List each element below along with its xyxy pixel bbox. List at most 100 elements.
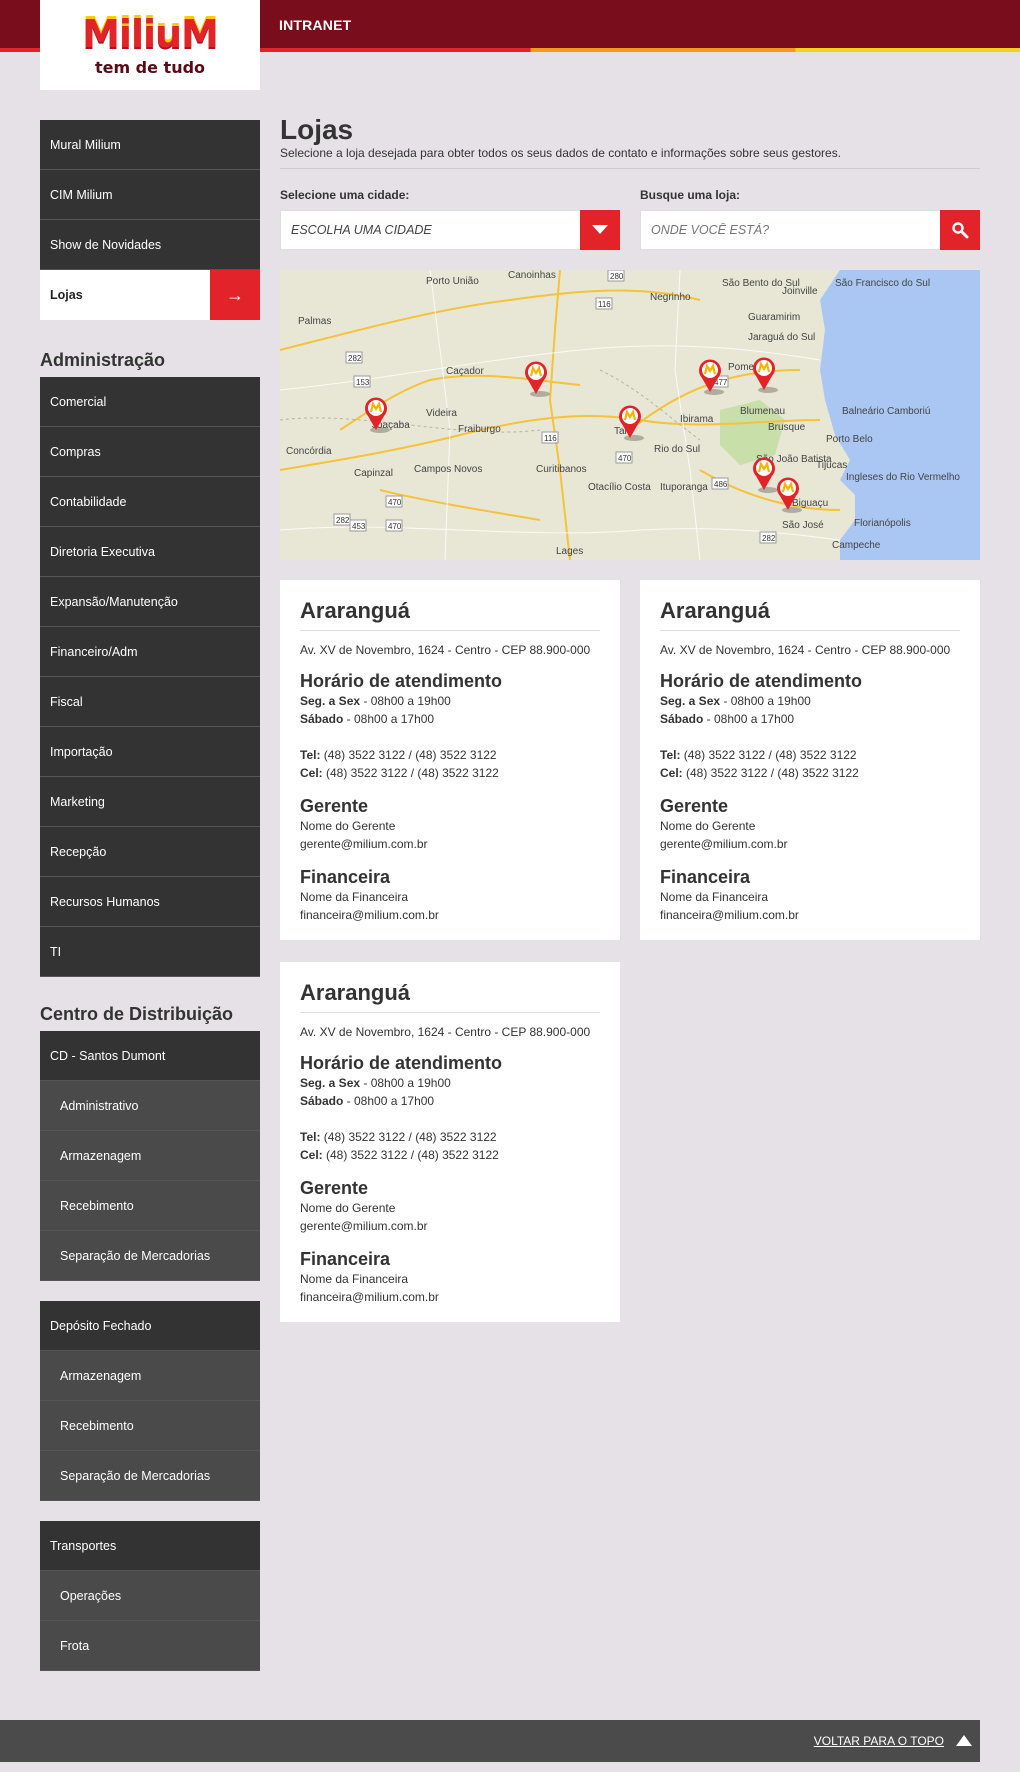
divider [280,168,980,169]
sidebar-item-label: Armazenagem [60,1368,142,1383]
hours-title: Horário de atendimento [300,671,503,691]
road-shield: 470 [615,451,633,464]
sidebar-item-label: Recebimento [60,1198,134,1213]
store-search-input[interactable] [641,211,931,249]
sidebar-item-label: Importação [50,744,113,759]
hours-saturday-value: - 08h00 a 17h00 [343,712,435,726]
sidebar-subitem[interactable]: Administrativo [40,1081,260,1131]
map-label: Porto União [426,276,479,287]
store-address: Av. XV de Novembro, 1624 - Centro - CEP … [300,643,591,657]
sidebar-item-admin[interactable]: Expansão/Manutenção [40,577,260,627]
sidebar-subitem[interactable]: Recebimento [40,1181,260,1231]
sidebar-item-label: Fiscal [50,694,83,709]
sidebar-subitem[interactable]: Armazenagem [40,1351,260,1401]
store-search[interactable] [640,210,980,250]
sidebar-item-admin[interactable]: Compras [40,427,260,477]
sidebar-item-show-de-novidades[interactable]: Show de Novidades [40,220,260,270]
manager-email[interactable]: gerente@milium.com.br [300,1217,600,1235]
map-label: Videira [426,408,457,419]
sidebar-subitem[interactable]: Separação de Mercadorias [40,1231,260,1281]
manager-title: Gerente [660,796,729,816]
sidebar-item-label: Compras [50,444,101,459]
map-label: Capinzal [354,468,393,479]
sidebar-item-mural-milium[interactable]: Mural Milium [40,120,260,170]
hours-saturday: Sábado - 08h00 a 17h00 [660,710,960,728]
store-address: Av. XV de Novembro, 1624 - Centro - CEP … [660,643,951,657]
sidebar-subitem[interactable]: Armazenagem [40,1131,260,1181]
search-icon[interactable] [940,210,980,250]
sidebar-item-admin[interactable]: Contabilidade [40,477,260,527]
manager-name: Nome do Gerente [660,819,756,833]
map-label: Fraiburgo [458,424,501,435]
finance-name: Nome da Financeira [300,1272,409,1286]
sidebar-group-header[interactable]: Depósito Fechado [40,1301,260,1351]
sidebar-item-lojas[interactable]: Lojas → [40,270,260,320]
intranet-label[interactable]: INTRANET [279,17,351,33]
map-canvas[interactable]: Porto União Canoinhas São Bento do Sul S… [280,270,980,560]
manager-email[interactable]: gerente@milium.com.br [660,835,960,853]
map-label: Lages [556,546,583,557]
svg-text:453: 453 [352,522,366,531]
sidebar-subitem[interactable]: Frota [40,1621,260,1671]
store-city: Araranguá [300,598,600,631]
hours-weekday-value: - 08h00 a 19h00 [720,694,811,708]
sidebar-item-label: Frota [60,1638,90,1653]
phone-tel: Tel: (48) 3522 3122 / (48) 3522 3122 [660,746,960,764]
sidebar-item-admin[interactable]: Diretoria Executiva [40,527,260,577]
hours-weekday-label: Seg. a Sex [660,694,721,708]
svg-text:280: 280 [610,272,624,281]
sidebar-item-admin[interactable]: Comercial [40,377,260,427]
road-shield: 282 [333,513,351,526]
manager-name: Nome do Gerente [300,819,396,833]
store-search-label: Busque uma loja: [640,188,741,202]
sidebar-subitem[interactable]: Recebimento [40,1401,260,1451]
svg-text:282: 282 [762,534,776,543]
sidebar-item-admin[interactable]: Recursos Humanos [40,877,260,927]
cel-label: Cel: [300,1148,323,1162]
svg-text:470: 470 [388,498,402,507]
city-select-value[interactable] [281,211,571,249]
sidebar-item-label: TI [50,944,62,959]
road-shield: 282 [759,531,777,544]
chevron-down-icon[interactable] [580,210,620,250]
tel-label: Tel: [300,1130,321,1144]
finance-email[interactable]: financeira@milium.com.br [300,906,600,924]
logo[interactable]: MiliuM tem de tudo [40,0,260,90]
city-select[interactable] [280,210,620,250]
back-to-top-link[interactable]: VOLTAR PARA O TOPO [814,1734,944,1748]
sidebar-item-label: Mural Milium [50,137,121,152]
arrow-right-icon: → [210,270,260,320]
sidebar-item-admin[interactable]: Recepção [40,827,260,877]
map-label: Florianópolis [854,518,911,529]
sidebar-item-admin[interactable]: Financeiro/Adm [40,627,260,677]
sidebar-item-admin[interactable]: TI [40,927,260,977]
hours-weekday: Seg. a Sex - 08h00 a 19h00 [300,1074,600,1092]
hours-weekday-value: - 08h00 a 19h00 [360,694,451,708]
hours-saturday-value: - 08h00 a 17h00 [343,1094,435,1108]
hours-saturday-label: Sábado [660,712,704,726]
map-label: Biguaçu [792,498,828,509]
finance-email[interactable]: financeira@milium.com.br [300,1288,600,1306]
sidebar-item-label: Administrativo [60,1098,139,1113]
store-map[interactable]: Porto União Canoinhas São Bento do Sul S… [280,270,980,560]
hours-saturday-value: - 08h00 a 17h00 [703,712,795,726]
arrow-up-icon[interactable] [956,1735,972,1746]
finance-email[interactable]: financeira@milium.com.br [660,906,960,924]
sidebar-subitem[interactable]: Operações [40,1571,260,1621]
sidebar-item-cim-milium[interactable]: CIM Milium [40,170,260,220]
phone-cel: Cel: (48) 3522 3122 / (48) 3522 3122 [300,764,600,782]
tel-value: (48) 3522 3122 / (48) 3522 3122 [680,748,857,762]
sidebar-item-admin[interactable]: Importação [40,727,260,777]
sidebar-item-admin[interactable]: Fiscal [40,677,260,727]
sidebar-item-admin[interactable]: Marketing [40,777,260,827]
map-label: Campos Novos [414,464,482,475]
manager-name: Nome do Gerente [300,1201,396,1215]
sidebar-subitem[interactable]: Separação de Mercadorias [40,1451,260,1501]
sidebar-group-header[interactable]: CD - Santos Dumont [40,1031,260,1081]
finance-name: Nome da Financeira [660,890,769,904]
sidebar-item-label: Recepção [50,844,107,859]
sidebar-group-header[interactable]: Transportes [40,1521,260,1571]
sidebar-item-label: Contabilidade [50,494,127,509]
manager-email[interactable]: gerente@milium.com.br [300,835,600,853]
